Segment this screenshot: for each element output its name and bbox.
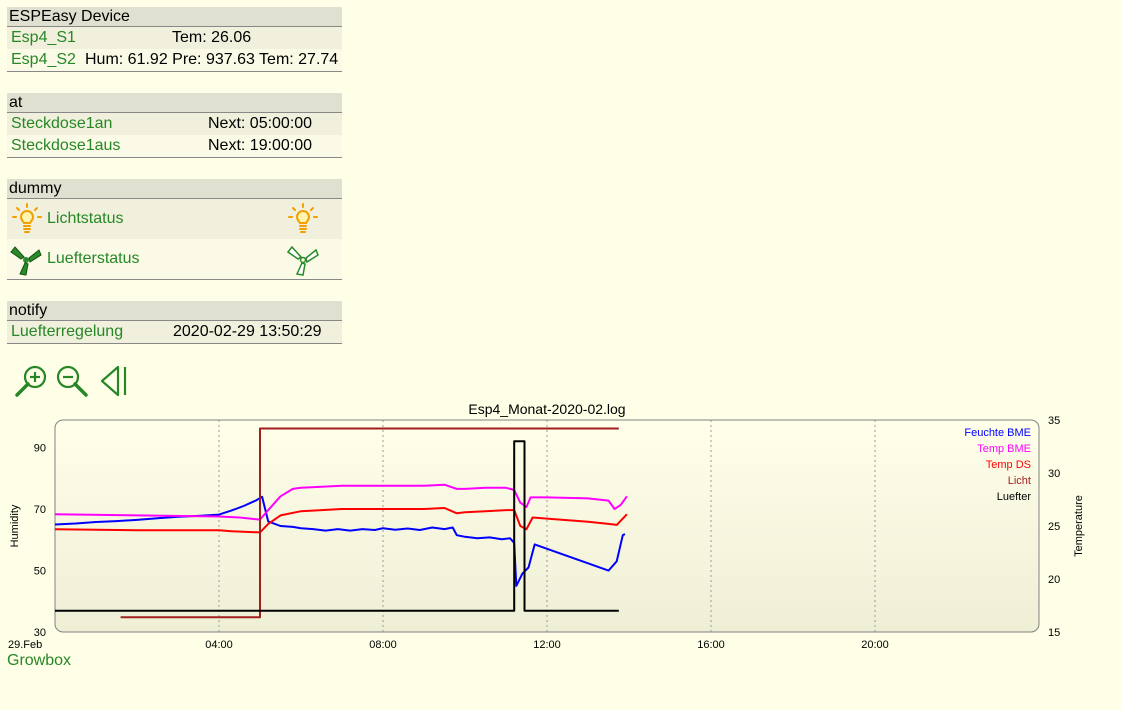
notify-header: notify (7, 301, 342, 321)
device-row: Luefterregelung 2020-02-29 13:50:29 (7, 321, 342, 343)
device-state: Next: 19:00:00 (208, 137, 313, 154)
back-icon[interactable] (98, 364, 130, 398)
y-left-tick-label: 70 (34, 504, 46, 516)
bulb-icon[interactable] (287, 203, 319, 235)
device-link-steckdose1aus[interactable]: Steckdose1aus (11, 135, 120, 157)
dummy-block: dummy Lichtstatus Luefterstatus (7, 179, 342, 280)
x-tick-label: 20:00 (861, 639, 889, 651)
at-block: at Steckdose1an Next: 05:00:00 Steckdose… (7, 93, 342, 158)
y-right-tick-label: 20 (1048, 574, 1060, 586)
device-row: Esp4_S2 Hum: 61.92 Pre: 937.63 Tem: 27.7… (7, 49, 342, 71)
device-row: Steckdose1an Next: 05:00:00 (7, 113, 342, 135)
espeasy-device-block: ESPEasy Device Esp4_S1 Tem: 26.06 Esp4_S… (7, 7, 342, 72)
x-axis: 04:00 08:00 12:00 16:00 20:00 (205, 639, 889, 651)
x-start-label: 29.Feb (8, 639, 42, 651)
espeasy-header: ESPEasy Device (7, 7, 342, 27)
device-state: Hum: 61.92 Pre: 937.63 Tem: 27.74 (85, 51, 339, 68)
y-right-tick-label: 30 (1048, 468, 1060, 480)
device-link-luefterregelung[interactable]: Luefterregelung (11, 321, 123, 343)
device-row: Esp4_S1 Tem: 26.06 (7, 27, 342, 49)
at-header: at (7, 93, 342, 113)
zoom-in-icon[interactable] (14, 364, 50, 398)
y-right-tick-label: 15 (1048, 627, 1060, 639)
legend-entry: Feuchte BME (964, 427, 1031, 439)
device-state: Next: 05:00:00 (208, 115, 313, 132)
y-right-label: Temperature (1073, 495, 1085, 557)
device-row: Steckdose1aus Next: 19:00:00 (7, 135, 342, 157)
device-link-lichtstatus[interactable]: Lichtstatus (47, 199, 123, 239)
y-axis-left: 30 50 70 90 (34, 443, 46, 639)
legend-entry: Licht (1008, 475, 1031, 487)
y-left-tick-label: 50 (34, 566, 46, 578)
y-axis-right: 15 20 25 30 35 (1048, 415, 1060, 639)
y-left-tick-label: 30 (34, 627, 46, 639)
device-link-esp4-s2[interactable]: Esp4_S2 (11, 49, 76, 71)
y-right-tick-label: 25 (1048, 521, 1060, 533)
fan-icon[interactable] (287, 244, 319, 276)
growbox-chart: Esp4_Monat-2020-02.log 04:00 08:00 12:00 16… (8, 401, 1085, 651)
legend-entry: Temp DS (986, 459, 1031, 471)
device-link-luefterstatus[interactable]: Luefterstatus (47, 239, 140, 279)
device-link-steckdose1an[interactable]: Steckdose1an (11, 113, 112, 135)
chart-title: Esp4_Monat-2020-02.log (468, 401, 625, 417)
legend-entry: Luefter (997, 491, 1032, 503)
device-row: Luefterstatus (7, 239, 342, 279)
device-link-esp4-s1[interactable]: Esp4_S1 (11, 27, 76, 49)
growbox-link[interactable]: Growbox (7, 652, 71, 670)
device-state: Tem: 26.06 (172, 29, 252, 46)
x-tick-label: 16:00 (697, 639, 725, 651)
x-tick-label: 04:00 (205, 639, 233, 651)
x-tick-label: 08:00 (369, 639, 397, 651)
device-state: 2020-02-29 13:50:29 (173, 323, 322, 340)
fan-icon (10, 246, 42, 276)
device-row: Lichtstatus (7, 199, 342, 239)
y-left-tick-label: 90 (34, 443, 46, 455)
y-left-label: Humidity (9, 504, 21, 547)
legend-entry: Temp BME (977, 443, 1031, 455)
x-tick-label: 12:00 (533, 639, 561, 651)
dummy-header: dummy (7, 179, 342, 199)
zoom-out-icon[interactable] (55, 364, 91, 398)
notify-block: notify Luefterregelung 2020-02-29 13:50:… (7, 301, 342, 344)
y-right-tick-label: 35 (1048, 415, 1060, 427)
bulb-icon (12, 203, 42, 233)
